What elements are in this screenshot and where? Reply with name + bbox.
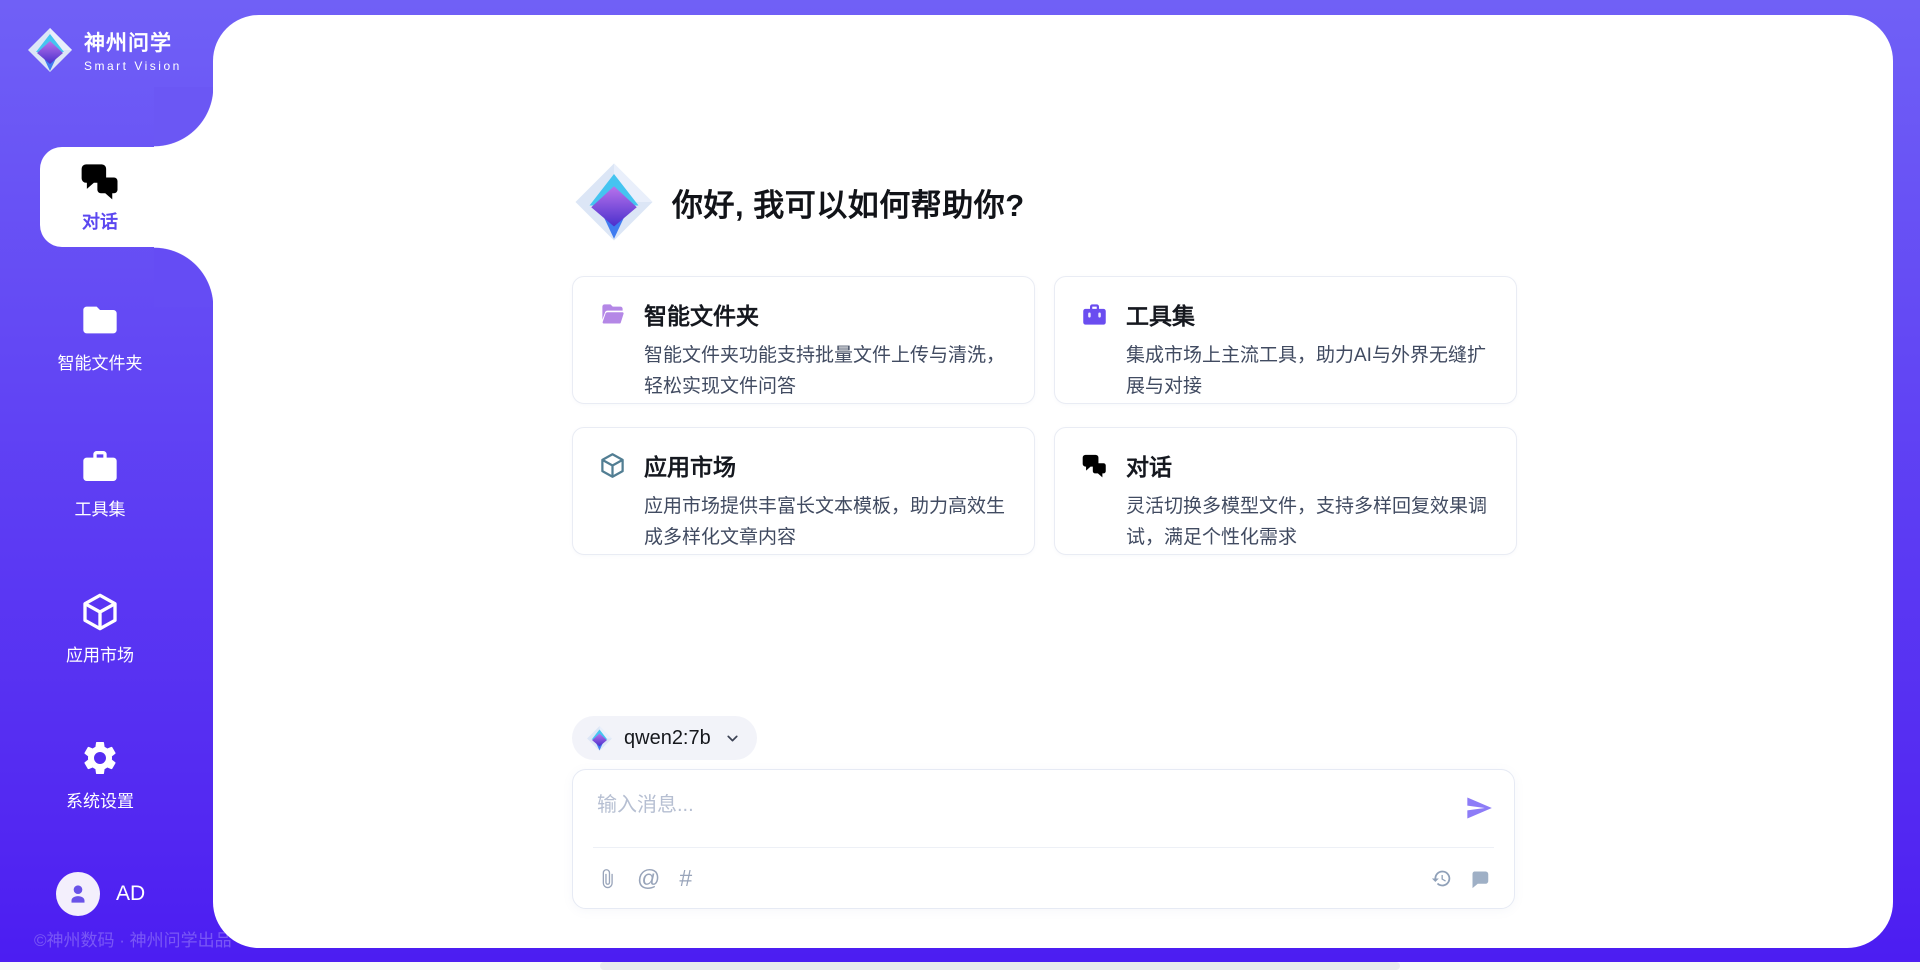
folder-icon <box>80 300 120 340</box>
sidebar-item-app-market[interactable]: 应用市场 <box>0 592 200 666</box>
cube-icon <box>599 452 626 479</box>
card-app-market[interactable]: 应用市场 应用市场提供丰富长文本模板，助力高效生成多样化文章内容 <box>572 427 1035 555</box>
chat-icon <box>79 160 121 202</box>
sidebar-item-label: 工具集 <box>75 495 126 520</box>
copyright-text: ©神州数码 · 神州问学出品 <box>34 926 232 951</box>
new-chat-button[interactable] <box>1469 868 1490 889</box>
history-icon <box>1431 868 1452 889</box>
card-description: 智能文件夹功能支持批量文件上传与清洗，轻松实现文件问答 <box>644 340 1010 402</box>
hash-icon: # <box>679 867 692 890</box>
sidebar-item-settings[interactable]: 系统设置 <box>0 738 200 812</box>
chat-icon <box>1081 452 1108 479</box>
app-subtitle: Smart Vision <box>84 59 182 73</box>
send-button[interactable] <box>1464 794 1494 824</box>
folder-open-icon <box>599 301 626 328</box>
history-button[interactable] <box>1431 868 1452 889</box>
scrollbar-thumb[interactable] <box>600 962 1400 970</box>
model-logo-icon <box>586 725 613 752</box>
message-input[interactable] <box>597 788 1437 840</box>
card-description: 灵活切换多模型文件，支持多样回复效果调试，满足个性化需求 <box>1126 491 1492 553</box>
card-description: 应用市场提供丰富长文本模板，助力高效生成多样化文章内容 <box>644 491 1010 553</box>
mention-button[interactable]: @ <box>637 867 660 890</box>
user-initials: AD <box>116 882 145 906</box>
main-panel: 你好, 我可以如何帮助你? 智能文件夹 智能文件夹功能支持批量文件上传与清洗，轻… <box>213 15 1893 948</box>
sidebar: 神州问学 Smart Vision 对话 智能文件夹 工具集 应用市场 系统设置 <box>0 0 213 970</box>
sidebar-item-label: 智能文件夹 <box>58 349 143 374</box>
message-composer: @ # <box>572 769 1515 909</box>
card-title: 对话 <box>1126 448 1172 482</box>
card-title: 智能文件夹 <box>644 297 759 331</box>
chevron-down-icon <box>724 730 741 747</box>
sidebar-item-chat[interactable]: 对话 <box>40 147 214 247</box>
paperclip-icon <box>597 868 618 889</box>
card-smart-folder[interactable]: 智能文件夹 智能文件夹功能支持批量文件上传与清洗，轻松实现文件问答 <box>572 276 1035 404</box>
avatar <box>56 872 100 916</box>
sidebar-item-label: 对话 <box>82 208 118 234</box>
attach-file-button[interactable] <box>597 868 618 889</box>
at-icon: @ <box>637 867 660 890</box>
app-title: 神州问学 <box>84 27 182 57</box>
toolbox-icon <box>80 446 120 486</box>
brand-diamond-icon <box>26 26 74 74</box>
topic-button[interactable]: # <box>679 867 692 890</box>
hero-logo-icon <box>572 160 656 244</box>
horizontal-scrollbar[interactable] <box>0 962 1920 970</box>
app-logo[interactable]: 神州问学 Smart Vision <box>26 26 182 74</box>
chat-bubble-icon <box>1469 868 1490 889</box>
card-toolset[interactable]: 工具集 集成市场上主流工具，助力AI与外界无缝扩展与对接 <box>1054 276 1517 404</box>
sidebar-item-toolset[interactable]: 工具集 <box>0 446 200 520</box>
sidebar-item-label: 应用市场 <box>66 641 134 666</box>
feature-cards: 智能文件夹 智能文件夹功能支持批量文件上传与清洗，轻松实现文件问答 工具集 集成… <box>572 276 1517 555</box>
card-title: 应用市场 <box>644 448 736 482</box>
greeting-text: 你好, 我可以如何帮助你? <box>672 180 1025 225</box>
sidebar-item-label: 系统设置 <box>66 787 134 812</box>
toolbox-icon <box>1081 301 1108 328</box>
card-description: 集成市场上主流工具，助力AI与外界无缝扩展与对接 <box>1126 340 1492 402</box>
sidebar-item-smart-folder[interactable]: 智能文件夹 <box>0 300 200 374</box>
cube-icon <box>80 592 120 632</box>
model-name: qwen2:7b <box>624 727 711 750</box>
user-profile[interactable]: AD <box>56 872 145 916</box>
card-chat[interactable]: 对话 灵活切换多模型文件，支持多样回复效果调试，满足个性化需求 <box>1054 427 1517 555</box>
user-icon <box>65 881 91 907</box>
card-title: 工具集 <box>1126 297 1195 331</box>
model-selector[interactable]: qwen2:7b <box>572 716 757 760</box>
greeting-block: 你好, 我可以如何帮助你? <box>572 160 1025 244</box>
gear-icon <box>80 738 120 778</box>
send-icon <box>1465 794 1493 822</box>
